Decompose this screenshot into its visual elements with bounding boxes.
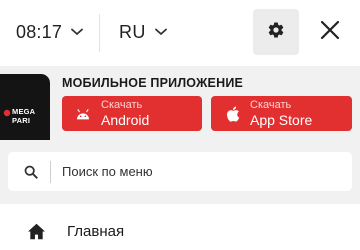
download-appstore-button[interactable]: Скачать App Store bbox=[211, 96, 352, 131]
settings-button[interactable] bbox=[253, 9, 299, 55]
language-select[interactable]: RU bbox=[119, 19, 167, 45]
android-button-label: Android bbox=[101, 112, 150, 128]
language-value: RU bbox=[119, 21, 146, 42]
svg-text:MEGA: MEGA bbox=[12, 107, 36, 116]
search-input[interactable] bbox=[62, 164, 322, 179]
megapari-logo: MEGA PARI bbox=[4, 106, 38, 130]
chevron-down-icon bbox=[71, 26, 83, 38]
divider bbox=[99, 14, 100, 52]
close-button[interactable] bbox=[314, 16, 346, 48]
menu-item-home[interactable]: Главная bbox=[0, 212, 360, 250]
time-format-select[interactable]: 08:17 bbox=[16, 19, 83, 45]
time-format-value: 08:17 bbox=[16, 21, 63, 42]
search-section bbox=[0, 140, 360, 204]
top-bar: 08:17 RU bbox=[0, 0, 360, 66]
download-android-button[interactable]: Скачать Android bbox=[62, 96, 202, 131]
svg-text:PARI: PARI bbox=[12, 116, 30, 125]
appstore-button-label: App Store bbox=[250, 112, 313, 128]
search-box bbox=[8, 152, 352, 191]
app-promo-banner: MEGA PARI МОБИЛЬНОЕ ПРИЛОЖЕНИЕ Скачать A… bbox=[0, 66, 360, 154]
appstore-button-prefix: Скачать bbox=[250, 99, 292, 111]
search-icon bbox=[23, 164, 39, 180]
android-button-prefix: Скачать bbox=[101, 99, 143, 111]
apple-icon bbox=[224, 105, 240, 123]
menu-item-label: Главная bbox=[67, 222, 125, 240]
gear-icon bbox=[267, 21, 285, 44]
chevron-down-icon bbox=[154, 26, 167, 38]
promo-title: МОБИЛЬНОЕ ПРИЛОЖЕНИЕ bbox=[62, 76, 244, 90]
home-icon bbox=[26, 221, 46, 241]
android-icon bbox=[75, 105, 91, 123]
search-divider bbox=[50, 160, 51, 183]
close-icon bbox=[320, 20, 340, 45]
